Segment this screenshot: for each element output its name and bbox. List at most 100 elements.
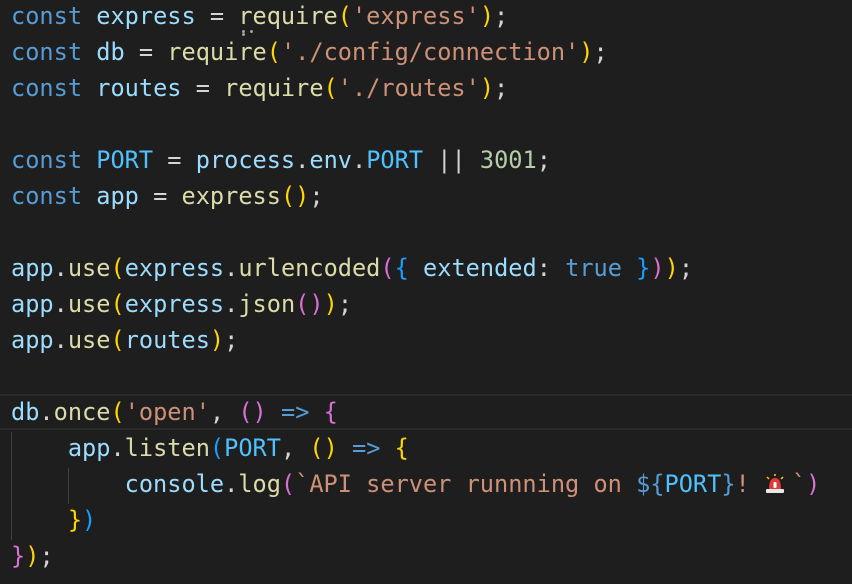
code-token: ; <box>337 290 353 318</box>
code-token: ) <box>209 326 225 354</box>
code-token: ( <box>209 434 225 462</box>
code-token: . <box>53 326 68 354</box>
code-token: = <box>181 74 225 102</box>
code-token: PORT <box>366 146 424 174</box>
code-token: . <box>224 290 239 318</box>
code-token: ; <box>494 74 509 102</box>
code-token: ) <box>650 254 665 282</box>
code-token: ( <box>110 398 125 426</box>
code-token: { <box>394 434 409 462</box>
code-token: listen <box>124 434 210 462</box>
code-token: () <box>309 434 338 462</box>
code-token: => <box>280 398 310 426</box>
code-token: express <box>181 182 281 210</box>
code-token: console <box>124 470 225 498</box>
code-line[interactable]: }); <box>11 538 54 574</box>
code-token: app <box>11 254 54 282</box>
code-token: ) <box>806 470 821 498</box>
code-token: routes <box>96 74 182 102</box>
code-token: ; <box>536 146 551 174</box>
code-token: . <box>110 434 125 462</box>
code-token: app <box>96 182 139 210</box>
code-token: || <box>423 146 480 174</box>
code-line[interactable]: app.listen(PORT, () => { <box>11 430 409 466</box>
code-token: { <box>323 398 338 426</box>
code-token: . <box>351 146 367 174</box>
code-token: 3001 <box>479 146 537 174</box>
code-token: ; <box>593 38 608 66</box>
code-token: const <box>11 38 83 66</box>
code-token: ) <box>479 74 495 102</box>
code-token: ( <box>337 2 352 30</box>
code-token: ) <box>664 254 679 282</box>
code-token: json <box>238 290 296 318</box>
code-token: express <box>96 2 196 30</box>
code-token: . <box>39 398 54 426</box>
code-line[interactable]: const routes = require('./routes'); <box>11 70 508 106</box>
code-token: } <box>11 542 26 570</box>
code-token: . <box>295 146 310 174</box>
code-line[interactable]: }) <box>11 502 96 538</box>
code-token: `API server runnning on <box>295 470 637 498</box>
code-token: once <box>53 398 111 426</box>
code-token: use <box>67 254 111 282</box>
code-line[interactable]: const app = express(); <box>11 178 324 214</box>
code-token: const <box>11 146 83 174</box>
code-line[interactable]: app.use(routes); <box>11 322 238 358</box>
code-line[interactable]: app.use(express.json()); <box>11 286 352 322</box>
code-token: './routes' <box>337 74 480 102</box>
code-token: ( <box>110 326 125 354</box>
code-token: const <box>11 74 83 102</box>
code-line[interactable]: app.use(express.urlencoded({ extended: t… <box>11 250 693 286</box>
code-token: ! <box>735 470 764 498</box>
code-token: express <box>124 290 225 318</box>
code-token: ) <box>579 38 594 66</box>
code-token: = <box>138 182 182 210</box>
code-line[interactable]: console.log(`API server runnning on ${PO… <box>11 466 821 502</box>
code-token: () <box>295 290 324 318</box>
code-line[interactable]: db.once('open', () => { <box>11 394 338 430</box>
code-token: routes <box>124 326 210 354</box>
code-token: ) <box>25 542 40 570</box>
code-token: ( <box>110 290 125 318</box>
code-token: express <box>124 254 225 282</box>
code-token: './config/connection' <box>280 38 580 66</box>
code-line[interactable]: const PORT = process.env.PORT || 3001; <box>11 142 551 178</box>
code-token: ; <box>309 182 324 210</box>
code-token: ( <box>280 470 296 498</box>
code-token: ; <box>678 254 694 282</box>
code-token: , <box>209 398 239 426</box>
code-token: . <box>53 254 68 282</box>
code-token: app <box>67 434 111 462</box>
code-token: 'open' <box>124 398 210 426</box>
code-token: . <box>224 254 239 282</box>
code-token: env <box>309 146 352 174</box>
code-token: PORT <box>224 434 281 462</box>
code-token: ( <box>266 38 281 66</box>
code-token: = <box>153 146 196 174</box>
code-token: ( <box>380 254 395 282</box>
code-line[interactable]: const express = require('express'); <box>11 0 508 34</box>
code-token: use <box>67 290 111 318</box>
code-token: true <box>565 254 622 282</box>
code-token: app <box>11 326 54 354</box>
code-editor[interactable]: const express = require('express'); const… <box>0 0 852 584</box>
code-token: } <box>636 254 651 282</box>
code-line[interactable]: const db = require('./config/connection'… <box>11 34 608 70</box>
code-token: db <box>11 398 40 426</box>
code-token: use <box>67 326 111 354</box>
code-token: db <box>96 38 125 66</box>
code-token: require <box>167 38 267 66</box>
code-token: ( <box>110 254 125 282</box>
code-token: ` <box>791 470 807 498</box>
code-token: . <box>53 290 68 318</box>
code-token: ${ <box>636 470 665 498</box>
police-light-icon: 🚨 <box>764 473 786 495</box>
